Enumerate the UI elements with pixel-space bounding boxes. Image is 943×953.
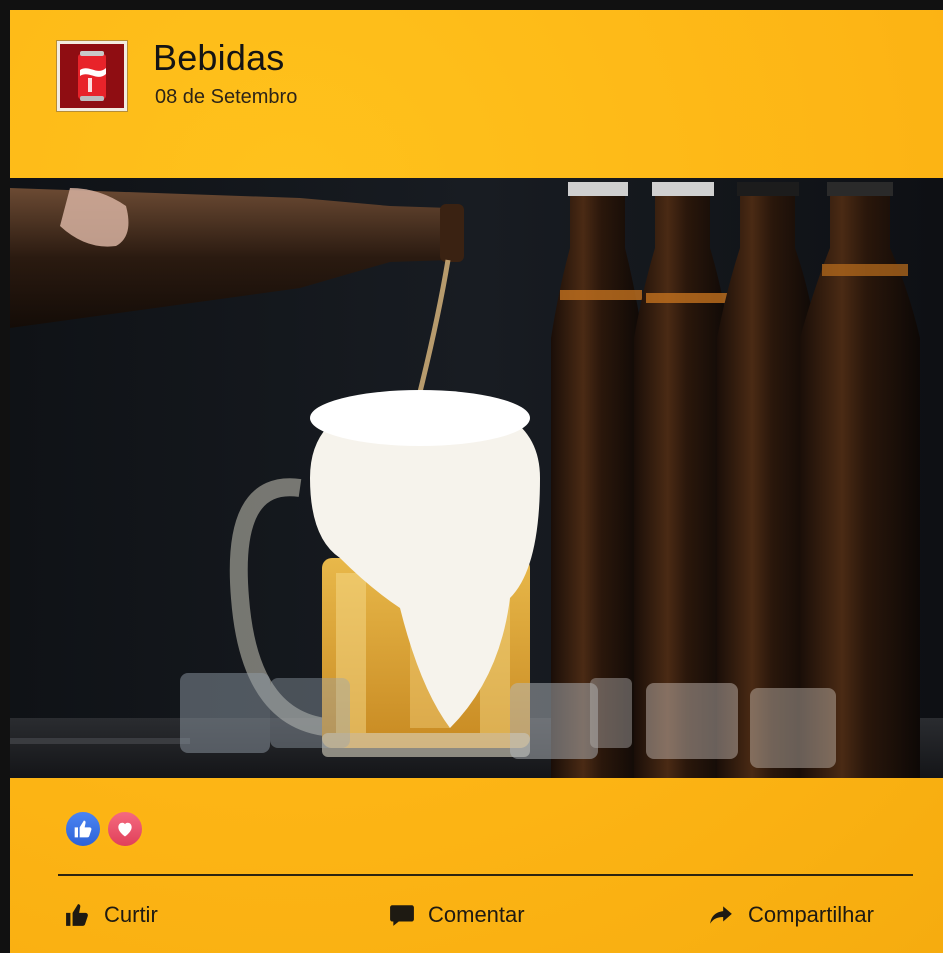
post-card: Bebidas 08 de Setembro Curtir Comentar C…	[0, 0, 943, 953]
soda-can-icon	[60, 44, 124, 108]
post-date[interactable]: 08 de Setembro	[155, 86, 297, 109]
page-name[interactable]: Bebidas	[153, 37, 285, 79]
post-card-body: Bebidas 08 de Setembro Curtir Comentar C…	[10, 10, 943, 953]
like-label: Curtir	[104, 902, 158, 927]
share-arrow-icon	[710, 906, 732, 924]
avatar[interactable]	[56, 40, 128, 112]
share-button[interactable]: Compartilhar	[706, 890, 874, 940]
thumbs-up-icon	[66, 904, 88, 926]
comment-bubble-icon	[390, 905, 414, 926]
post-actions-bar: Curtir Comentar Compartilhar	[10, 890, 943, 940]
comment-label: Comentar	[428, 902, 525, 927]
like-button[interactable]: Curtir	[64, 890, 158, 940]
divider	[58, 874, 913, 876]
heart-icon	[106, 810, 144, 848]
reaction-summary[interactable]	[64, 810, 154, 848]
share-label: Compartilhar	[748, 902, 874, 927]
post-image[interactable]	[10, 178, 943, 778]
like-icon	[64, 810, 102, 848]
comment-button[interactable]: Comentar	[388, 890, 525, 940]
post-header: Bebidas 08 de Setembro	[10, 10, 943, 178]
